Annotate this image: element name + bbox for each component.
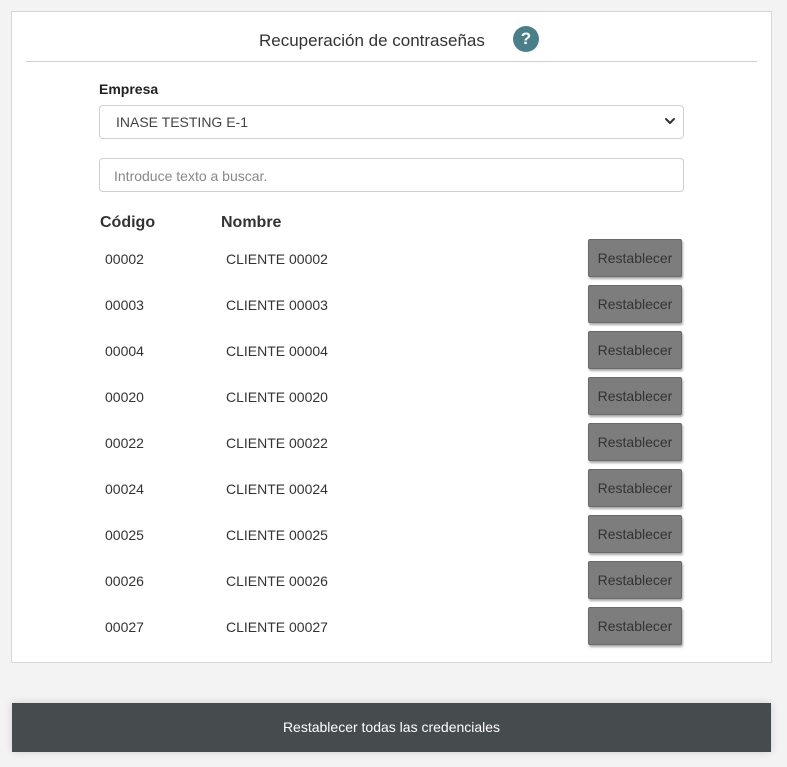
table-row: 00003 CLIENTE 00003 Restablecer (12, 285, 771, 331)
column-header-codigo: Código (100, 214, 156, 231)
client-code: 00025 (105, 527, 144, 543)
client-name: CLIENTE 00027 (226, 619, 328, 635)
card-header: Recuperación de contraseñas ? (26, 12, 757, 62)
chevron-down-icon (665, 118, 675, 124)
client-name: CLIENTE 00003 (226, 297, 328, 313)
table-row: 00025 CLIENTE 00025 Restablecer (12, 515, 771, 561)
search-input[interactable] (112, 159, 676, 193)
reset-button[interactable]: Restablecer (588, 469, 682, 507)
column-header-nombre: Nombre (221, 214, 282, 231)
client-code: 00020 (105, 389, 144, 405)
reset-button[interactable]: Restablecer (588, 561, 682, 599)
page-title: Recuperación de contraseñas (259, 31, 485, 50)
client-code: 00027 (105, 619, 144, 635)
table-row: 00004 CLIENTE 00004 Restablecer (12, 331, 771, 377)
reset-button[interactable]: Restablecer (588, 607, 682, 645)
table-row: 00027 CLIENTE 00027 Restablecer (12, 607, 771, 653)
search-field[interactable] (99, 158, 684, 193)
client-name: CLIENTE 00022 (226, 435, 328, 451)
client-code: 00004 (105, 343, 144, 359)
help-icon[interactable]: ? (513, 26, 539, 52)
table-row: 00022 CLIENTE 00022 Restablecer (12, 423, 771, 469)
client-code: 00003 (105, 297, 144, 313)
reset-button[interactable]: Restablecer (588, 377, 682, 415)
client-name: CLIENTE 00024 (226, 481, 328, 497)
client-name: CLIENTE 00002 (226, 251, 328, 267)
client-code: 00022 (105, 435, 144, 451)
password-recovery-card: Recuperación de contraseñas ? Empresa IN… (11, 11, 772, 663)
empresa-selected-value: INASE TESTING E-1 (116, 114, 248, 130)
client-name: CLIENTE 00026 (226, 573, 328, 589)
client-name: CLIENTE 00025 (226, 527, 328, 543)
table-row: 00024 CLIENTE 00024 Restablecer (12, 469, 771, 515)
empresa-select[interactable]: INASE TESTING E-1 (99, 105, 684, 139)
client-code: 00026 (105, 573, 144, 589)
client-name: CLIENTE 00020 (226, 389, 328, 405)
reset-button[interactable]: Restablecer (588, 331, 682, 369)
reset-button[interactable]: Restablecer (588, 515, 682, 553)
empresa-label: Empresa (99, 81, 159, 97)
client-code: 00002 (105, 251, 144, 267)
table-row: 00020 CLIENTE 00020 Restablecer (12, 377, 771, 423)
reset-button[interactable]: Restablecer (588, 423, 682, 461)
reset-all-credentials-button[interactable]: Restablecer todas las credenciales (12, 703, 771, 752)
client-name: CLIENTE 00004 (226, 343, 328, 359)
reset-button[interactable]: Restablecer (588, 285, 682, 323)
table-row: 00002 CLIENTE 00002 Restablecer (12, 239, 771, 285)
table-row: 00026 CLIENTE 00026 Restablecer (12, 561, 771, 607)
reset-button[interactable]: Restablecer (588, 239, 682, 277)
client-code: 00024 (105, 481, 144, 497)
